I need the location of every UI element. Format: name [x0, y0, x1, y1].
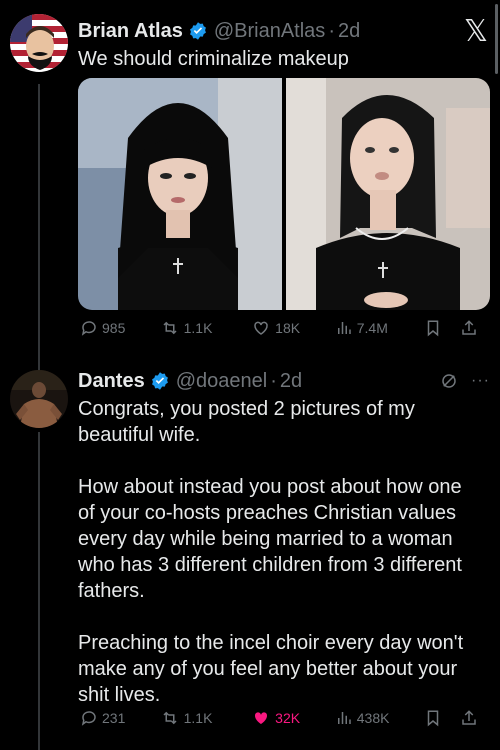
views-button[interactable]: 7.4M — [335, 319, 425, 337]
tweet-paragraph: How about instead you post about how one… — [78, 476, 462, 602]
reply-count: 985 — [102, 320, 126, 336]
verified-icon — [189, 22, 206, 40]
like-icon — [255, 712, 268, 724]
more-icon[interactable]: ··· — [471, 372, 490, 390]
tweet1-actions: 985 1.1K 18K 7.4M — [80, 318, 490, 338]
tweet-paragraph: Congrats, you posted 2 pictures of my be… — [78, 398, 415, 446]
views-count: 7.4M — [356, 320, 388, 336]
like-icon — [254, 321, 268, 335]
reply-icon — [81, 711, 96, 726]
like-button[interactable]: 32K — [251, 709, 335, 727]
tweet-media[interactable] — [78, 78, 490, 310]
views-button[interactable]: 438K — [335, 709, 425, 727]
author-handle[interactable]: @BrianAtlas — [214, 20, 325, 43]
photo-2[interactable] — [286, 78, 490, 310]
reply-button[interactable]: 231 — [80, 709, 160, 727]
thread-line — [38, 432, 40, 750]
verified-icon — [151, 372, 168, 390]
repost-count: 1.1K — [183, 320, 213, 336]
views-icon — [337, 322, 351, 334]
bookmark-icon — [428, 710, 439, 727]
timestamp[interactable]: 2d — [338, 20, 360, 43]
repost-icon — [163, 711, 177, 725]
share-button[interactable] — [460, 318, 490, 338]
author-name[interactable]: Dantes — [78, 370, 145, 393]
repost-count: 1.1K — [183, 710, 213, 726]
share-button[interactable] — [460, 708, 490, 728]
avatar-brian-atlas[interactable] — [10, 14, 68, 72]
bookmark-button[interactable] — [424, 708, 460, 728]
share-icon — [462, 710, 476, 725]
reply-count: 231 — [102, 710, 126, 726]
repost-button[interactable]: 1.1K — [160, 319, 252, 337]
bookmark-button[interactable] — [424, 318, 460, 338]
reply-icon — [81, 321, 96, 336]
repost-button[interactable]: 1.1K — [160, 709, 252, 727]
tweet-text: We should criminalize makeup — [78, 48, 349, 70]
reply-button[interactable]: 985 — [80, 319, 160, 337]
scrollbar[interactable] — [495, 4, 498, 74]
like-count: 32K — [275, 710, 301, 726]
repost-icon — [163, 321, 177, 335]
thread-line — [38, 84, 40, 370]
like-button[interactable]: 18K — [251, 319, 335, 337]
separator: · — [270, 369, 277, 392]
photo-1[interactable] — [78, 78, 282, 310]
separator: · — [328, 19, 335, 42]
x-logo-icon[interactable]: 𝕏 — [464, 14, 488, 49]
views-count: 438K — [356, 710, 390, 726]
author-handle[interactable]: @doaenel — [176, 370, 267, 393]
tweet2-actions: 231 1.1K 32K 438K — [80, 708, 490, 728]
tweet-paragraph: Preaching to the incel choir every day w… — [78, 632, 464, 706]
timestamp[interactable]: 2d — [280, 370, 302, 393]
like-count: 18K — [275, 320, 301, 336]
grok-icon[interactable] — [440, 372, 458, 395]
bookmark-icon — [428, 320, 439, 337]
avatar-dantes[interactable] — [10, 370, 68, 428]
share-icon — [462, 320, 476, 335]
author-name[interactable]: Brian Atlas — [78, 20, 183, 43]
views-icon — [337, 712, 351, 724]
